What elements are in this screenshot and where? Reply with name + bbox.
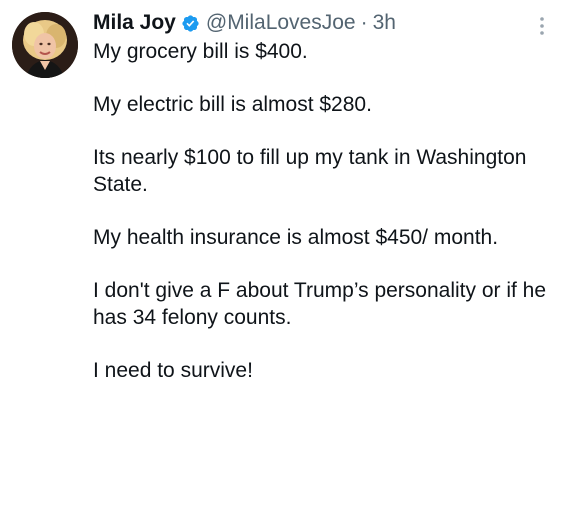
tweet[interactable]: Mila Joy @MilaLovesJoe · 3h My grocery b… <box>0 0 576 517</box>
tweet-paragraph: I need to survive! <box>93 359 253 382</box>
avatar[interactable] <box>12 12 78 78</box>
tweet-paragraph: My grocery bill is $400. <box>93 40 308 63</box>
tweet-timestamp[interactable]: 3h <box>373 9 396 37</box>
tweet-text: My grocery bill is $400. My electric bil… <box>93 38 563 384</box>
tweet-paragraph: Its nearly $100 to fill up my tank in Wa… <box>93 146 527 196</box>
tweet-header: Mila Joy @MilaLovesJoe · 3h <box>93 9 396 37</box>
separator-dot: · <box>360 11 368 34</box>
tweet-paragraph: I don't give a F about Trump’s personali… <box>93 279 547 329</box>
more-options-icon[interactable] <box>532 12 552 40</box>
author-display-name[interactable]: Mila Joy <box>93 9 176 37</box>
avatar-image <box>12 12 78 78</box>
author-handle[interactable]: @MilaLovesJoe <box>206 9 356 37</box>
verified-badge-icon <box>181 14 200 33</box>
tweet-paragraph: My electric bill is almost $280. <box>93 93 372 116</box>
tweet-paragraph: My health insurance is almost $450/ mont… <box>93 226 499 249</box>
